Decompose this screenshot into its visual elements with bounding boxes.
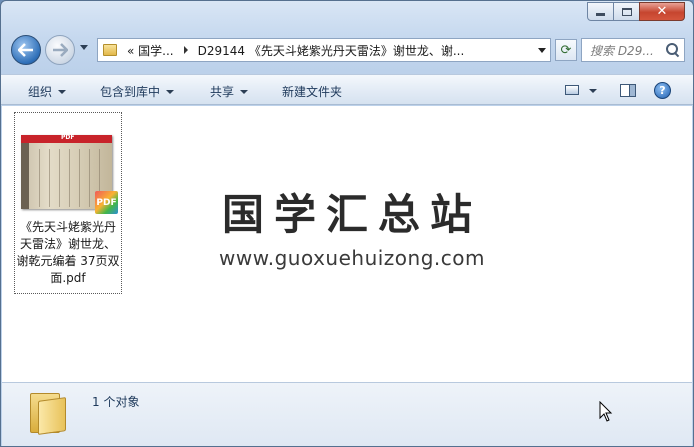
explorer-window: ✕ « 国学... D29144 《先天斗姥紫光丹天雷法》谢世龙、谢... ⟳ … (0, 0, 694, 447)
watermark: 国学汇总站 www.guoxuehuizong.com (207, 181, 497, 270)
view-options-chevron-icon[interactable] (589, 89, 597, 93)
organize-label: 组织 (28, 85, 53, 99)
minimize-icon (596, 13, 605, 16)
maximize-icon (621, 7, 632, 16)
item-count: 1 个对象 (92, 395, 140, 409)
include-library-label: 包含到库中 (100, 85, 161, 99)
details-pane: 1 个对象 (2, 382, 692, 446)
chevron-down-icon (166, 89, 175, 94)
chevron-down-icon (240, 89, 249, 94)
organize-menu[interactable]: 组织 (28, 83, 67, 100)
caption-buttons: ✕ (587, 2, 685, 21)
new-folder-label: 新建文件夹 (282, 85, 343, 99)
arrow-left-icon (18, 43, 33, 57)
file-list-area[interactable]: PDF PDF 《先天斗姥紫光丹天雷法》谢世龙、谢乾元编着 37页双面.pdf … (2, 106, 692, 382)
forward-button[interactable] (45, 35, 75, 65)
search-box[interactable]: 搜索 D29... (581, 38, 685, 62)
pdf-file-icon: PDF (95, 191, 118, 214)
address-bar[interactable]: « 国学... D29144 《先天斗姥紫光丹天雷法》谢世龙、谢... (97, 38, 551, 62)
help-icon[interactable]: ? (654, 82, 671, 99)
breadcrumb-root[interactable]: « 国学... (127, 42, 174, 59)
watermark-title: 国学汇总站 (221, 190, 482, 239)
close-icon: ✕ (656, 4, 668, 19)
folder-icon (28, 389, 68, 435)
minimize-button[interactable] (587, 2, 614, 21)
breadcrumb-separator-icon[interactable] (183, 46, 188, 54)
refresh-button[interactable]: ⟳ (555, 39, 577, 61)
maximize-button[interactable] (613, 2, 640, 21)
file-name[interactable]: 《先天斗姥紫光丹天雷法》谢世龙、谢乾元编着 37页双面.pdf (15, 219, 121, 287)
address-dropdown-icon[interactable] (538, 48, 546, 53)
pdf-thumbnail-label: PDF (61, 134, 75, 141)
search-icon[interactable] (666, 43, 680, 57)
change-view-icon[interactable] (565, 85, 579, 95)
breadcrumb-current[interactable]: D29144 《先天斗姥紫光丹天雷法》谢世龙、谢... (198, 42, 465, 59)
folder-icon (103, 44, 117, 56)
watermark-url: www.guoxuehuizong.com (219, 246, 485, 270)
arrow-right-icon (53, 43, 68, 57)
close-button[interactable]: ✕ (639, 2, 685, 21)
preview-pane-icon[interactable] (620, 84, 636, 97)
recent-pages-dropdown[interactable] (80, 45, 88, 50)
new-folder-button[interactable]: 新建文件夹 (282, 83, 342, 100)
chevron-down-icon (58, 89, 67, 94)
back-button[interactable] (11, 35, 41, 65)
navigation-bar: « 国学... D29144 《先天斗姥紫光丹天雷法》谢世龙、谢... ⟳ 搜索… (1, 31, 693, 67)
search-input[interactable]: 搜索 D29... (590, 42, 666, 59)
file-item[interactable]: PDF PDF 《先天斗姥紫光丹天雷法》谢世龙、谢乾元编着 37页双面.pdf (14, 112, 122, 294)
share-label: 共享 (210, 85, 235, 99)
command-bar: 组织 包含到库中 共享 新建文件夹 ? (1, 74, 693, 105)
refresh-icon: ⟳ (560, 42, 572, 58)
include-library-menu[interactable]: 包含到库中 (100, 83, 175, 100)
share-menu[interactable]: 共享 (210, 83, 249, 100)
